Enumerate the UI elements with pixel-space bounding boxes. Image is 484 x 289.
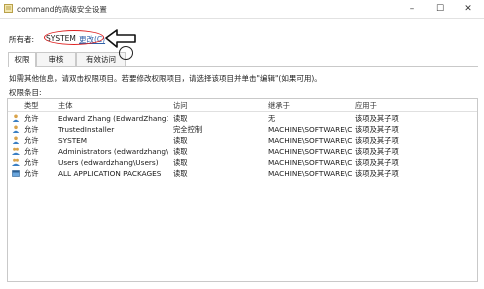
- row-inherited-from: MACHINE\SOFTWARE\Cl...: [268, 158, 353, 167]
- title-bar: command的高级安全设置 – ☐ ✕: [0, 0, 484, 19]
- row-applies-to: 该项及其子项: [355, 169, 399, 178]
- row-principal: ALL APPLICATION PACKAGES: [58, 169, 162, 178]
- tab-strip: 权限 审核 有效访问: [8, 52, 478, 67]
- row-applies-to: 该项及其子项: [355, 114, 399, 123]
- table-row[interactable]: 允许 TrustedInstaller 完全控制 MACHINE\SOFTWAR…: [8, 124, 477, 135]
- row-inherited-from: MACHINE\SOFTWARE\Cl...: [268, 125, 353, 134]
- minimize-button[interactable]: –: [398, 0, 426, 18]
- row-access: 读取: [173, 147, 188, 156]
- column-header-applies-to[interactable]: 应用于: [355, 101, 377, 111]
- row-type: 允许: [24, 114, 39, 123]
- row-access: 读取: [173, 169, 188, 178]
- app-icon: [4, 4, 13, 13]
- row-access: 读取: [173, 158, 188, 167]
- close-button[interactable]: ✕: [454, 0, 482, 18]
- row-applies-to: 该项及其子项: [355, 136, 399, 145]
- row-applies-to: 该项及其子项: [355, 158, 399, 167]
- permission-entries-list[interactable]: 类型 主体 访问 继承于 应用于 允许 Edward Zhang (Edward…: [7, 98, 478, 282]
- row-access: 完全控制: [173, 125, 203, 134]
- window-title: command的高级安全设置: [17, 5, 107, 14]
- row-access: 读取: [173, 114, 188, 123]
- table-row[interactable]: 允许 Users (edwardzhang\Users) 读取 MACHINE\…: [8, 157, 477, 168]
- info-text: 如需其他信息，请双击权限项目。若要修改权限项目，请选择该项目并单击"编辑"(如果…: [9, 74, 322, 83]
- package-icon: [12, 170, 20, 177]
- row-type: 允许: [24, 125, 39, 134]
- tab-auditing[interactable]: 审核: [36, 52, 76, 66]
- table-row[interactable]: 允许 Administrators (edwardzhang\A... 读取 M…: [8, 146, 477, 157]
- column-header-access[interactable]: 访问: [173, 101, 188, 111]
- row-inherited-from: 无: [268, 114, 276, 123]
- row-principal: SYSTEM: [58, 136, 88, 145]
- table-header: 类型 主体 访问 继承于 应用于: [8, 99, 477, 112]
- row-applies-to: 该项及其子项: [355, 125, 399, 134]
- maximize-button[interactable]: ☐: [426, 0, 454, 18]
- user-icon: [12, 114, 20, 122]
- owner-label: 所有者:: [9, 35, 35, 44]
- row-principal: Users (edwardzhang\Users): [58, 158, 159, 167]
- row-applies-to: 该项及其子项: [355, 147, 399, 156]
- user-icon: [12, 136, 20, 144]
- row-type: 允许: [24, 136, 39, 145]
- group-icon: [12, 158, 20, 166]
- highlight-circle-tab: [119, 46, 133, 60]
- row-inherited-from: MACHINE\SOFTWARE\Cl...: [268, 136, 353, 145]
- group-icon: [12, 147, 20, 155]
- column-header-type[interactable]: 类型: [24, 101, 39, 111]
- column-header-principal[interactable]: 主体: [58, 101, 73, 111]
- row-access: 读取: [173, 136, 188, 145]
- table-row[interactable]: 允许 ALL APPLICATION PACKAGES 读取 MACHINE\S…: [8, 168, 477, 179]
- row-inherited-from: MACHINE\SOFTWARE\Cl...: [268, 147, 353, 156]
- row-inherited-from: MACHINE\SOFTWARE\Cl...: [268, 169, 353, 178]
- row-principal: Edward Zhang (EdwardZhang12...: [58, 114, 168, 123]
- row-type: 允许: [24, 169, 39, 178]
- tab-permissions[interactable]: 权限: [8, 52, 36, 67]
- table-row[interactable]: 允许 Edward Zhang (EdwardZhang12... 读取 无 该…: [8, 113, 477, 124]
- user-icon: [12, 125, 20, 133]
- row-principal: TrustedInstaller: [58, 125, 115, 134]
- row-principal: Administrators (edwardzhang\A...: [58, 147, 168, 156]
- highlight-circle: [44, 30, 104, 45]
- column-header-inherited-from[interactable]: 继承于: [268, 101, 290, 111]
- row-type: 允许: [24, 158, 39, 167]
- row-type: 允许: [24, 147, 39, 156]
- permission-entries-label: 权限条目:: [9, 88, 42, 97]
- table-row[interactable]: 允许 SYSTEM 读取 MACHINE\SOFTWARE\Cl... 该项及其…: [8, 135, 477, 146]
